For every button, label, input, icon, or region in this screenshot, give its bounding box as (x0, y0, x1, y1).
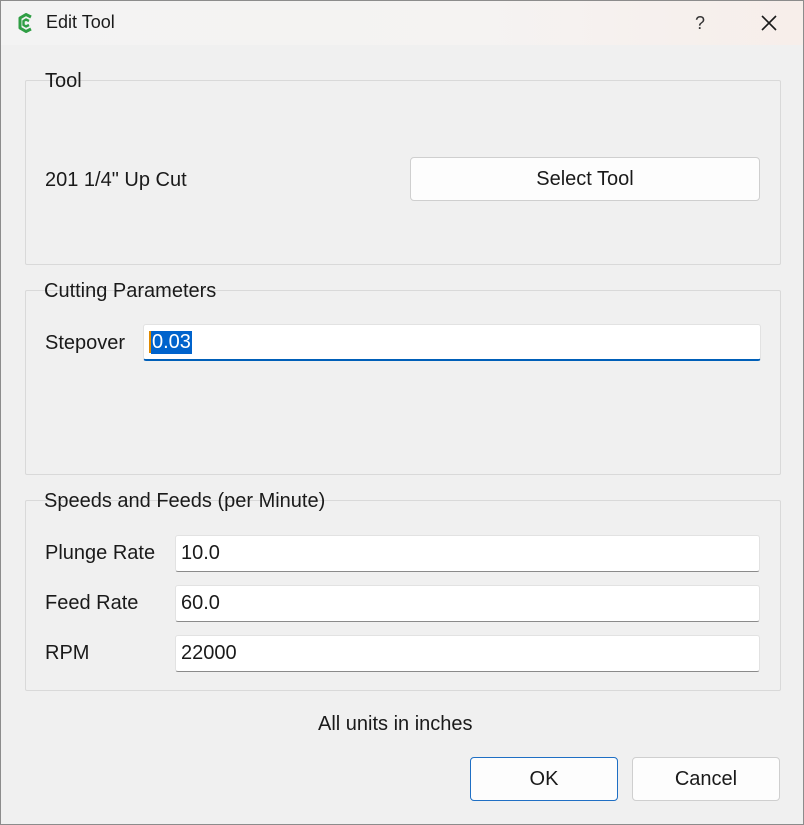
plunge-rate-label: Plunge Rate (45, 542, 156, 564)
plunge-rate-input[interactable]: 10.0 (175, 535, 760, 572)
help-button[interactable]: ? (685, 5, 715, 41)
tool-group-title: Tool (45, 70, 82, 92)
speeds-feeds-title: Speeds and Feeds (per Minute) (44, 490, 326, 512)
close-icon[interactable] (753, 7, 785, 39)
rpm-value: 22000 (181, 642, 237, 664)
cutting-parameters-title: Cutting Parameters (44, 280, 217, 302)
app-logo-icon (18, 13, 32, 33)
stepover-input[interactable]: 0.03 (143, 324, 761, 361)
feed-rate-input[interactable]: 60.0 (175, 585, 760, 622)
ok-button[interactable]: OK (470, 757, 618, 801)
edit-tool-dialog: Edit Tool ? Tool 201 1/4" Up Cut Select … (0, 0, 804, 825)
tool-name-label: 201 1/4" Up Cut (45, 169, 187, 191)
window-title: Edit Tool (46, 12, 115, 32)
feed-rate-label: Feed Rate (45, 592, 139, 614)
rpm-input[interactable]: 22000 (175, 635, 760, 672)
stepover-label: Stepover (45, 332, 126, 354)
select-tool-button[interactable]: Select Tool (410, 157, 760, 201)
plunge-rate-value: 10.0 (181, 542, 220, 564)
title-bar[interactable]: Edit Tool ? (1, 1, 803, 45)
cutting-parameters-group (25, 290, 781, 475)
units-note: All units in inches (318, 713, 473, 735)
rpm-label: RPM (45, 642, 90, 664)
stepover-value: 0.03 (151, 330, 192, 354)
feed-rate-value: 60.0 (181, 592, 220, 614)
cancel-button[interactable]: Cancel (632, 757, 780, 801)
